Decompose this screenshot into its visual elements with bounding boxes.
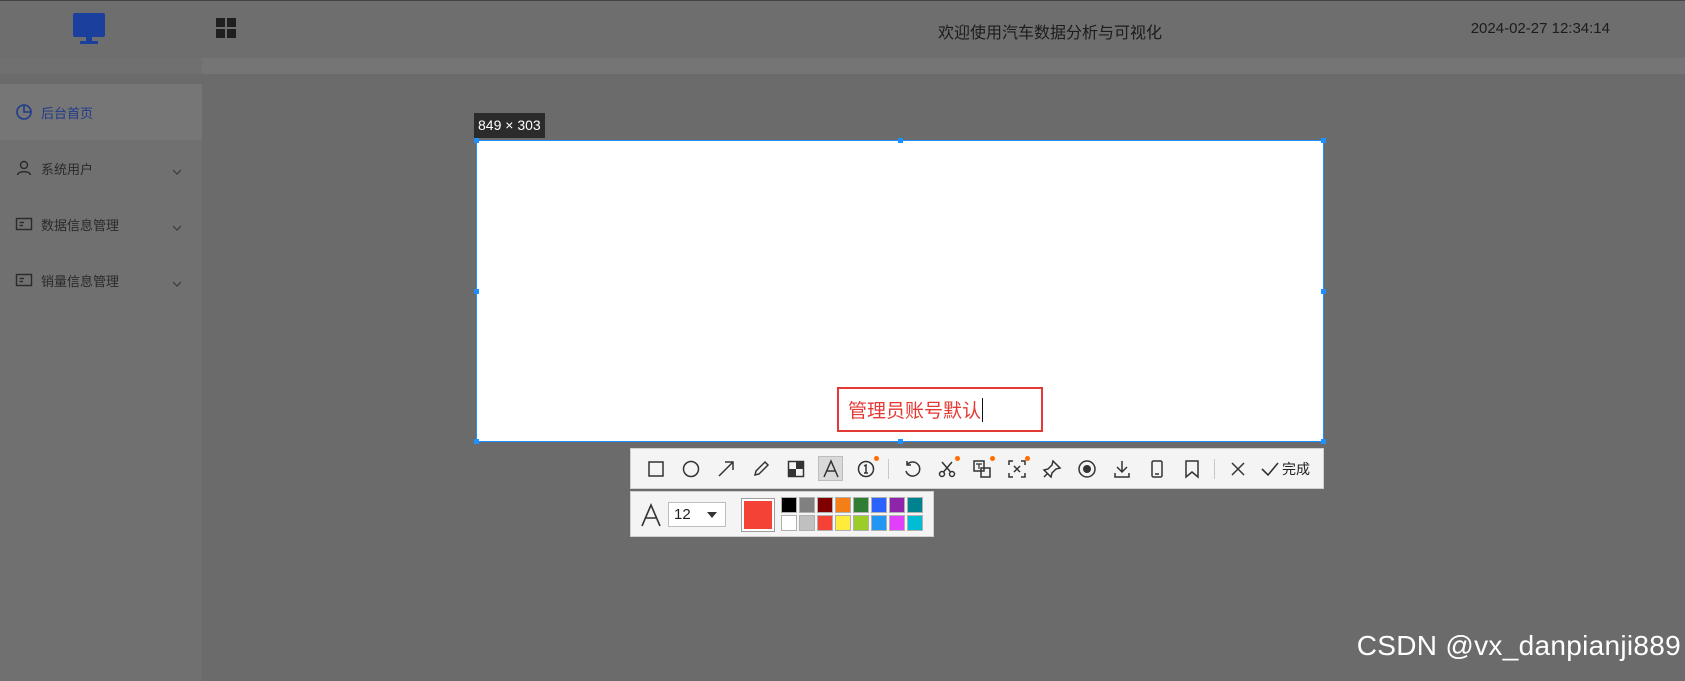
done-label: 完成 [1282, 461, 1310, 478]
pie-chart-icon [15, 103, 33, 121]
close-icon[interactable] [1225, 456, 1250, 481]
color-swatch[interactable] [817, 515, 833, 531]
ellipse-icon[interactable] [678, 456, 703, 481]
card-icon [15, 215, 33, 233]
chevron-down-icon [172, 164, 182, 175]
selection-size-label: 849 × 303 [474, 113, 545, 138]
new-badge [874, 456, 879, 461]
color-swatch[interactable] [889, 497, 905, 513]
user-icon [15, 159, 33, 177]
sidebar-item-label: 数据信息管理 [41, 218, 120, 234]
sidebar-item-users[interactable]: 系统用户 [0, 140, 202, 196]
dropdown-arrow-icon [707, 512, 717, 518]
top-bar: 欢迎使用汽车数据分析与可视化 2024-02-27 12:34:14 [0, 0, 1685, 58]
resize-handle[interactable] [1321, 289, 1326, 294]
pin-icon[interactable] [1039, 456, 1064, 481]
color-swatch[interactable] [781, 497, 797, 513]
toolbar-divider [888, 458, 889, 479]
color-swatch[interactable] [907, 497, 923, 513]
mosaic-icon[interactable] [783, 456, 808, 481]
sidebar-item-label: 后台首页 [41, 106, 94, 122]
datetime-display: 2024-02-27 12:34:14 [1470, 20, 1610, 37]
sidebar-item-home[interactable]: 后台首页 [0, 84, 202, 140]
color-palette [781, 497, 923, 531]
font-icon [639, 502, 663, 528]
sidebar-item-label: 系统用户 [41, 162, 94, 178]
text-annotation-box[interactable]: 管理员账号默认 [837, 387, 1043, 432]
new-badge [990, 456, 995, 461]
ocr-icon[interactable] [1004, 456, 1030, 481]
sidebar-item-data-info[interactable]: 数据信息管理 [0, 196, 202, 252]
translate-icon[interactable] [969, 456, 995, 481]
color-swatch[interactable] [853, 497, 869, 513]
card-icon [15, 271, 33, 289]
color-swatch[interactable] [889, 515, 905, 531]
pencil-icon[interactable] [748, 456, 773, 481]
sidebar-item-label: 销量信息管理 [41, 274, 120, 290]
color-swatch[interactable] [799, 497, 815, 513]
text-caret [982, 397, 984, 422]
font-size-select[interactable]: 12 [668, 502, 726, 527]
color-swatch[interactable] [799, 515, 815, 531]
current-color-swatch[interactable] [741, 498, 775, 532]
arrow-icon[interactable] [713, 456, 738, 481]
record-icon[interactable] [1074, 456, 1099, 481]
rectangle-icon[interactable] [643, 456, 668, 481]
color-swatch[interactable] [781, 515, 797, 531]
resize-handle[interactable] [1321, 439, 1326, 444]
resize-handle[interactable] [474, 289, 479, 294]
bookmark-icon[interactable] [1179, 456, 1204, 481]
color-swatch[interactable] [817, 497, 833, 513]
annotation-toolbar: 完成 [630, 448, 1324, 489]
color-swatch[interactable] [871, 515, 887, 531]
resize-handle[interactable] [898, 138, 903, 143]
sidebar: 后台首页 系统用户 数据信息管理 销量信息管理 [0, 84, 202, 681]
capture-selection[interactable]: 管理员账号默认 [474, 138, 1326, 444]
resize-handle[interactable] [898, 439, 903, 444]
color-swatch[interactable] [907, 515, 923, 531]
download-icon[interactable] [1109, 456, 1134, 481]
toolbar-divider [1214, 458, 1215, 479]
new-badge [955, 456, 960, 461]
new-badge [1025, 456, 1030, 461]
phone-icon[interactable] [1144, 456, 1169, 481]
check-icon [1261, 461, 1279, 476]
watermark: CSDN @vx_danpianji889 [1356, 630, 1681, 661]
font-size-value: 12 [674, 506, 691, 523]
text-icon[interactable] [818, 456, 843, 481]
done-button[interactable]: 完成 [1260, 459, 1310, 479]
color-swatch[interactable] [835, 515, 851, 531]
color-swatch[interactable] [853, 515, 869, 531]
resize-handle[interactable] [474, 138, 479, 143]
text-annotation-content[interactable]: 管理员账号默认 [848, 396, 981, 423]
resize-handle[interactable] [1321, 138, 1326, 143]
number-marker-icon[interactable] [853, 456, 879, 481]
color-swatch[interactable] [871, 497, 887, 513]
color-swatch[interactable] [835, 497, 851, 513]
app-title: 欢迎使用汽车数据分析与可视化 [937, 23, 1162, 42]
undo-icon[interactable] [899, 456, 924, 481]
resize-handle[interactable] [474, 439, 479, 444]
sidebar-item-sales-info[interactable]: 销量信息管理 [0, 252, 202, 308]
content-header-strip [0, 58, 1685, 74]
chevron-down-icon [172, 276, 182, 287]
chevron-down-icon [172, 220, 182, 231]
text-options-panel: 12 [630, 491, 934, 537]
scissors-icon[interactable] [934, 456, 960, 481]
